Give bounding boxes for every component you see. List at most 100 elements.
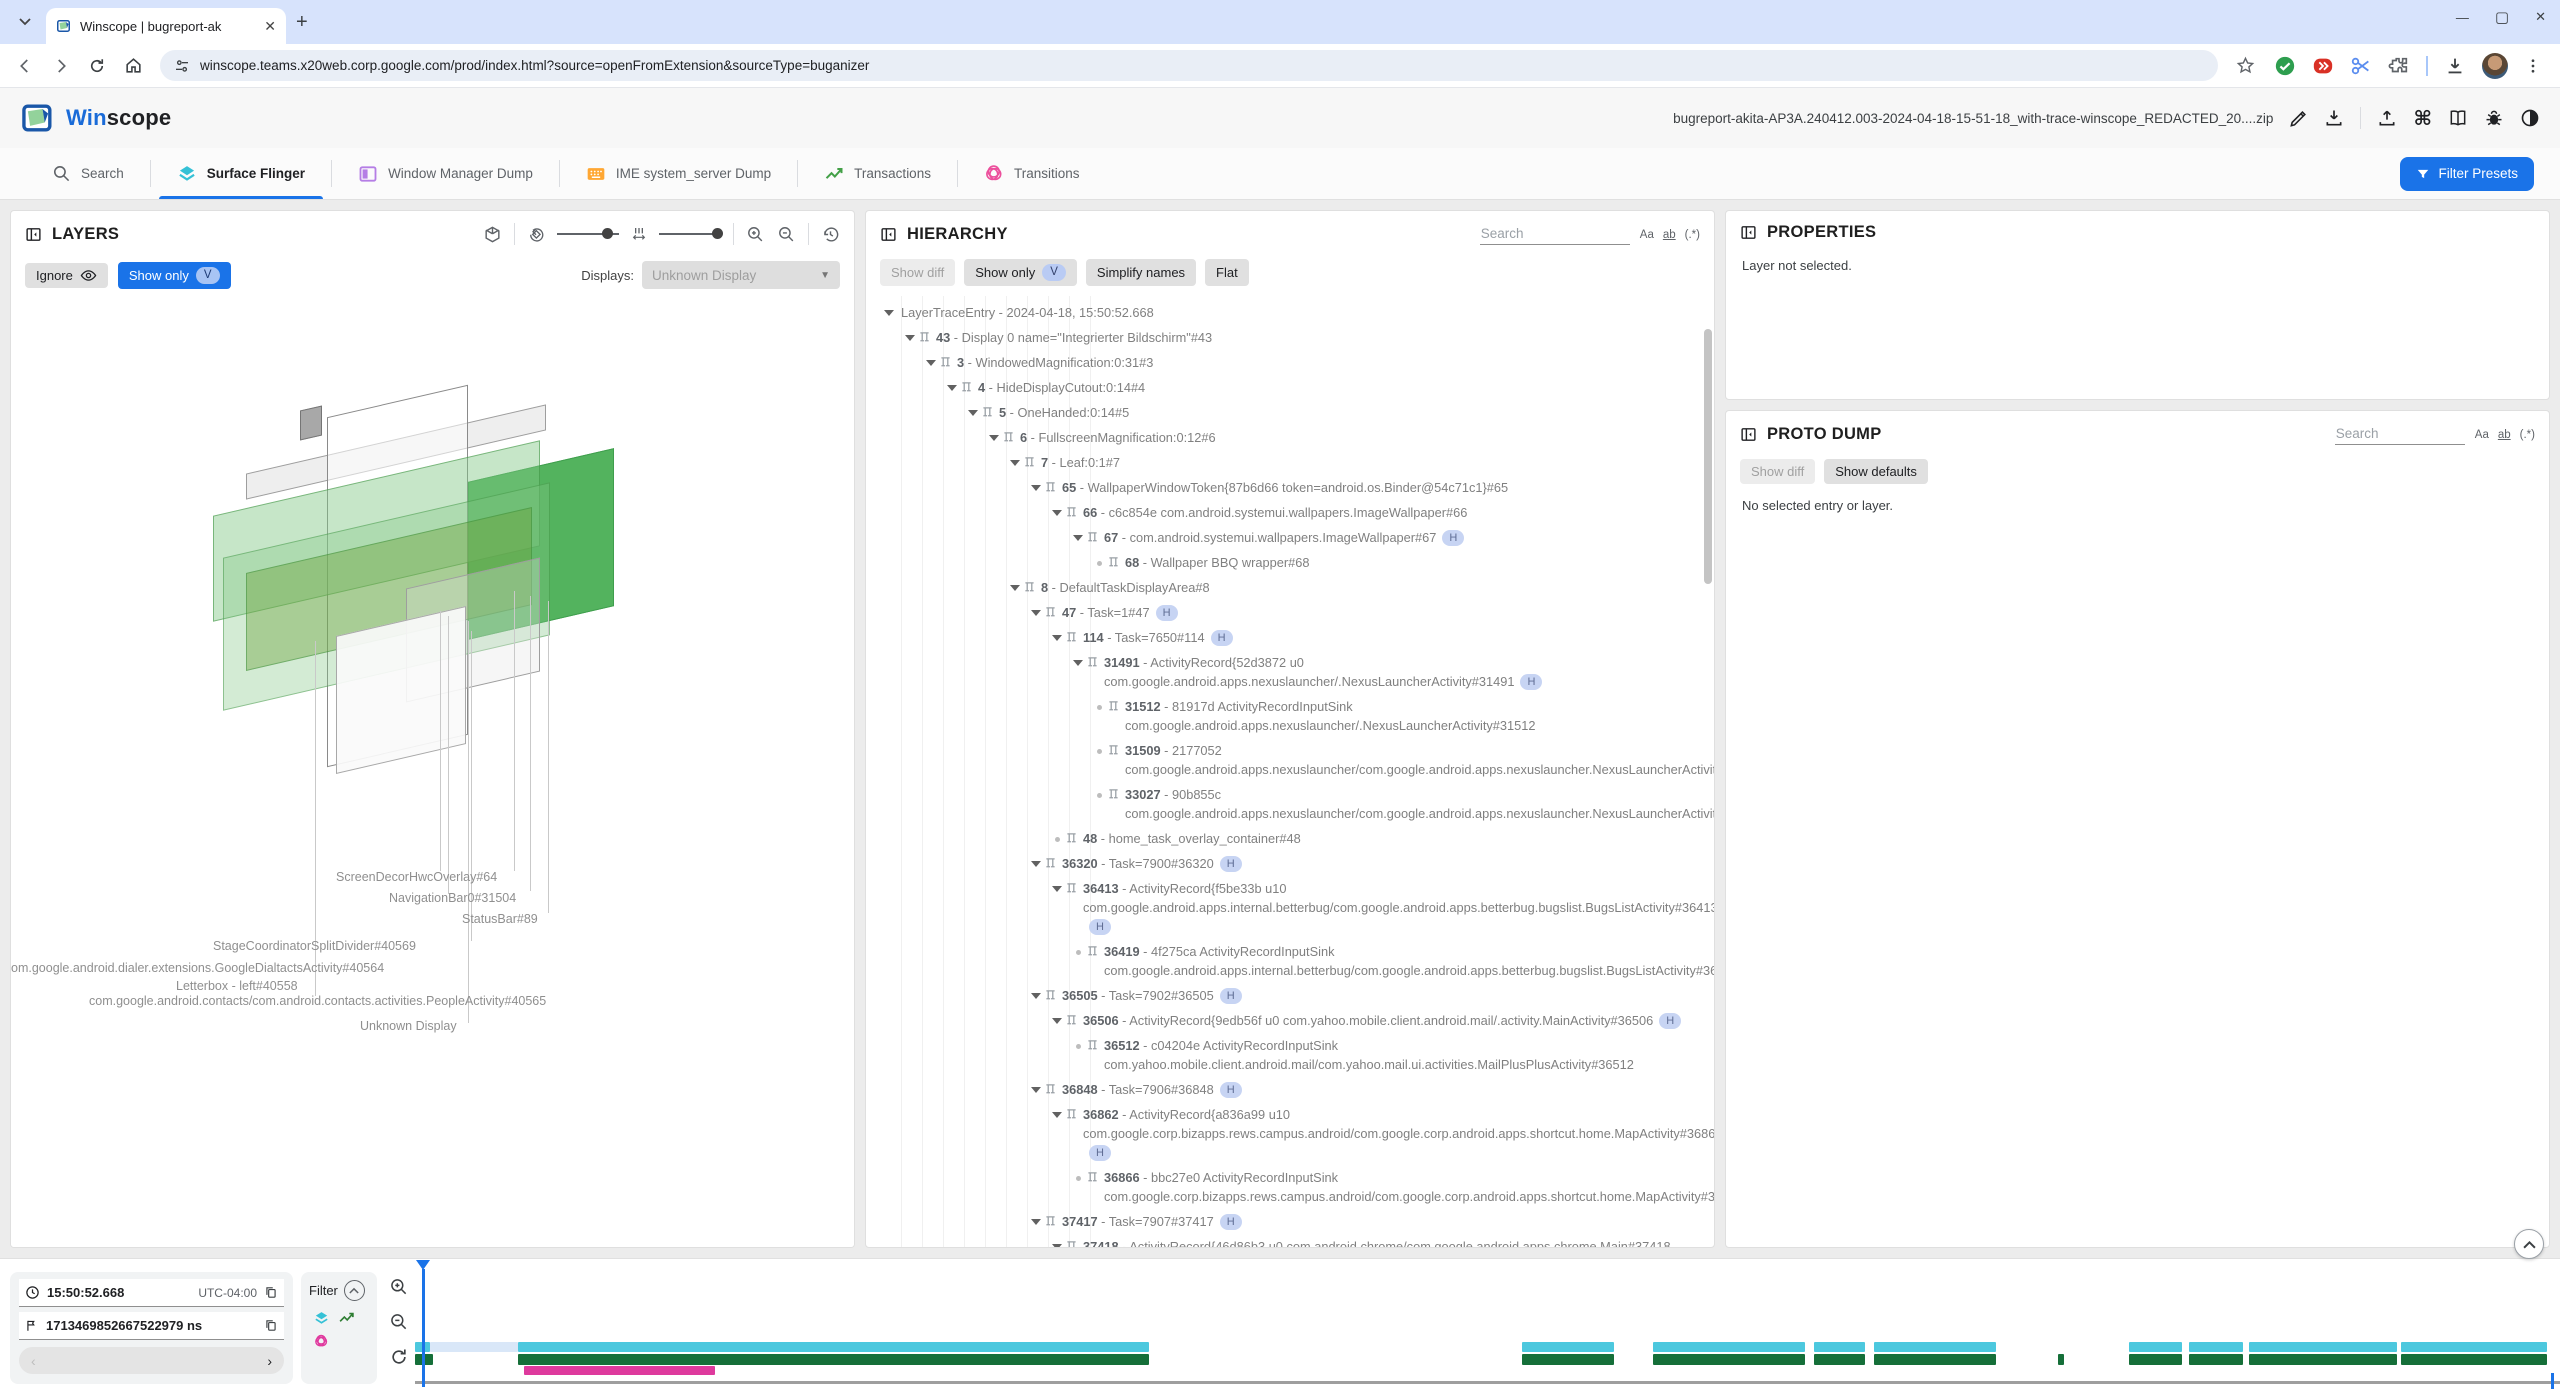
- tab-window-manager-dump[interactable]: Window Manager Dump: [332, 148, 559, 199]
- shortcuts-icon[interactable]: ⌘: [2413, 106, 2432, 131]
- zoom-in-icon[interactable]: [746, 225, 765, 244]
- layer-spacing-icon[interactable]: [631, 225, 647, 243]
- tab-surface-flinger[interactable]: Surface Flinger: [151, 148, 331, 199]
- window-minimize-icon[interactable]: —: [2456, 10, 2469, 25]
- ns-time-field[interactable]: 1713469852667522979 ns: [19, 1312, 284, 1340]
- expand-toggle[interactable]: [1006, 578, 1024, 591]
- expand-toggle[interactable]: [964, 403, 982, 416]
- hierarchy-node[interactable]: 4 - HideDisplayCutout:0:14#4: [872, 375, 1714, 400]
- forward-button[interactable]: [46, 51, 76, 81]
- tab-close-icon[interactable]: ✕: [264, 18, 276, 35]
- transactions-trace-icon[interactable]: [338, 1310, 355, 1327]
- timeline-segment[interactable]: [2189, 1342, 2243, 1352]
- timeline-segment[interactable]: [524, 1366, 715, 1375]
- timeline-segment[interactable]: [518, 1342, 1149, 1352]
- expand-toggle[interactable]: [880, 303, 898, 316]
- surface-flinger-trace-icon[interactable]: [313, 1310, 330, 1327]
- timeline-buffer-segment[interactable]: [430, 1342, 518, 1352]
- timeline-segment[interactable]: [1522, 1342, 1614, 1352]
- reset-view-icon[interactable]: [821, 225, 840, 244]
- proto-dump-search-input[interactable]: [2335, 423, 2465, 445]
- zoom-out-icon[interactable]: [777, 225, 796, 244]
- window-close-icon[interactable]: ✕: [2535, 9, 2546, 25]
- hierarchy-node[interactable]: 36505 - Task=7902#36505H: [872, 983, 1714, 1008]
- hierarchy-node[interactable]: 36413 - ActivityRecord{f5be33b u10 com.g…: [872, 876, 1714, 939]
- hierarchy-node[interactable]: 36419 - 4f275ca ActivityRecordInputSink …: [872, 939, 1714, 983]
- back-button[interactable]: [10, 51, 40, 81]
- timeline-segment[interactable]: [1874, 1342, 1996, 1352]
- dark-mode-toggle-icon[interactable]: [2520, 108, 2540, 128]
- hierarchy-node[interactable]: 31512 - 81917d ActivityRecordInputSink c…: [872, 694, 1714, 738]
- rotation-slider[interactable]: [557, 233, 619, 235]
- scissors-extension-icon[interactable]: [2350, 55, 2372, 77]
- hierarchy-node[interactable]: 67 - com.android.systemui.wallpapers.Ima…: [872, 525, 1714, 550]
- match-case-icon[interactable]: Aa: [1640, 229, 1654, 241]
- timeline-zoom-out-icon[interactable]: [389, 1312, 409, 1332]
- show-defaults-button[interactable]: Show defaults: [1824, 459, 1928, 484]
- edit-file-icon[interactable]: [2289, 109, 2308, 128]
- expand-toggle[interactable]: [1027, 1212, 1045, 1225]
- hierarchy-node[interactable]: 37417 - Task=7907#37417H: [872, 1209, 1714, 1234]
- hierarchy-search-input[interactable]: [1480, 223, 1630, 245]
- timeline-segment[interactable]: [1522, 1354, 1614, 1365]
- expand-toggle[interactable]: [985, 428, 1003, 441]
- layer-rect[interactable]: [300, 405, 322, 440]
- hierarchy-node[interactable]: 36866 - bbc27e0 ActivityRecordInputSink …: [872, 1165, 1714, 1209]
- regex-icon[interactable]: (.*): [2520, 429, 2535, 441]
- show-diff-button[interactable]: Show diff: [880, 259, 955, 286]
- timeline-segment[interactable]: [1814, 1354, 1865, 1365]
- expand-toggle[interactable]: [1006, 453, 1024, 466]
- expand-toggle[interactable]: [943, 378, 961, 391]
- hierarchy-node[interactable]: 47 - Task=1#47H: [872, 600, 1714, 625]
- hierarchy-node[interactable]: 48 - home_task_overlay_container#48: [872, 826, 1714, 851]
- hierarchy-node[interactable]: 36506 - ActivityRecord{9edb56f u0 com.ya…: [872, 1008, 1714, 1033]
- expand-toggle[interactable]: [1048, 829, 1066, 842]
- tab-search-button[interactable]: [10, 7, 40, 37]
- report-bug-icon[interactable]: [2484, 108, 2504, 128]
- expand-toggle[interactable]: [1027, 854, 1045, 867]
- transitions-trace-icon[interactable]: [313, 1333, 330, 1350]
- spacing-slider[interactable]: [659, 233, 721, 235]
- timeline-segment[interactable]: [1653, 1354, 1805, 1365]
- match-word-icon[interactable]: ab: [1663, 229, 1676, 241]
- hierarchy-node[interactable]: 7 - Leaf:0:1#7: [872, 450, 1714, 475]
- layers-3d-view[interactable]: ScreenDecorHwcOverlay#64NavigationBar0#3…: [11, 293, 854, 1247]
- timeline-cursor-handle[interactable]: [416, 1260, 430, 1270]
- timeline-segment[interactable]: [2058, 1354, 2064, 1365]
- filter-presets-button[interactable]: Filter Presets: [2400, 157, 2534, 191]
- expand-toggle[interactable]: [1069, 653, 1087, 666]
- hierarchy-node[interactable]: 65 - WallpaperWindowToken{87b6d66 token=…: [872, 475, 1714, 500]
- match-case-icon[interactable]: Aa: [2475, 429, 2489, 441]
- timeline-segment[interactable]: [1653, 1342, 1805, 1352]
- timeline-track-area[interactable]: [415, 1259, 2560, 1392]
- show-only-v-button[interactable]: Show only V: [118, 262, 231, 289]
- hierarchy-node[interactable]: 3 - WindowedMagnification:0:31#3: [872, 350, 1714, 375]
- expand-toggle[interactable]: [901, 328, 919, 341]
- bookmark-star-icon[interactable]: [2230, 51, 2260, 81]
- hierarchy-node[interactable]: 8 - DefaultTaskDisplayArea#8: [872, 575, 1714, 600]
- expand-toggle[interactable]: [1090, 741, 1108, 754]
- expand-toggle[interactable]: [922, 353, 940, 366]
- expand-toggle[interactable]: [1069, 942, 1087, 955]
- documentation-icon[interactable]: [2448, 108, 2468, 128]
- ignore-button[interactable]: Ignore: [25, 263, 108, 288]
- timeline-segment[interactable]: [2129, 1342, 2183, 1352]
- window-maximize-icon[interactable]: ▢: [2495, 8, 2509, 26]
- expand-toggle[interactable]: [1090, 553, 1108, 566]
- regex-icon[interactable]: (.*): [1685, 229, 1700, 241]
- expand-toggle[interactable]: [1048, 628, 1066, 641]
- collapse-timeline-button[interactable]: [2514, 1229, 2544, 1259]
- copy-icon[interactable]: [264, 1285, 278, 1300]
- next-entry-button[interactable]: ›: [267, 1353, 272, 1369]
- downloads-icon[interactable]: [2444, 55, 2466, 77]
- expand-toggle[interactable]: [1048, 879, 1066, 892]
- timeline-segment[interactable]: [2249, 1354, 2397, 1365]
- flat-button[interactable]: Flat: [1205, 259, 1249, 286]
- hierarchy-scrollbar[interactable]: [1704, 329, 1712, 584]
- hierarchy-node[interactable]: 6 - FullscreenMagnification:0:12#6: [872, 425, 1714, 450]
- expand-toggle[interactable]: [1090, 697, 1108, 710]
- 3d-view-cube-icon[interactable]: [483, 225, 502, 244]
- browser-menu-icon[interactable]: [2524, 57, 2542, 75]
- expand-toggle[interactable]: [1027, 478, 1045, 491]
- expand-toggle[interactable]: [1027, 603, 1045, 616]
